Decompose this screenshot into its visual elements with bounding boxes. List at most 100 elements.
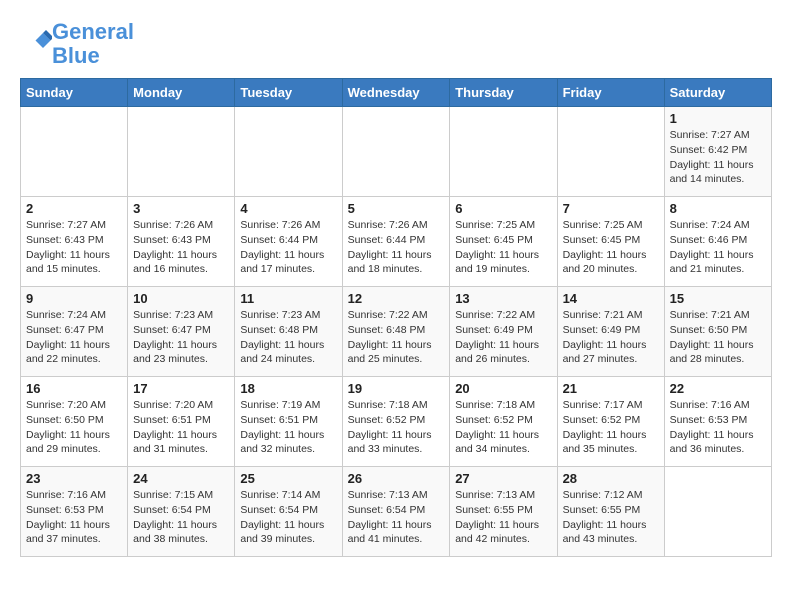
day-info: Sunrise: 7:21 AM Sunset: 6:50 PM Dayligh… [670, 308, 766, 367]
day-info: Sunrise: 7:26 AM Sunset: 6:44 PM Dayligh… [240, 218, 336, 277]
calendar-table: SundayMondayTuesdayWednesdayThursdayFrid… [20, 78, 772, 557]
day-info: Sunrise: 7:20 AM Sunset: 6:51 PM Dayligh… [133, 398, 229, 457]
calendar-cell: 26Sunrise: 7:13 AM Sunset: 6:54 PM Dayli… [342, 467, 450, 557]
weekday-header-saturday: Saturday [664, 79, 771, 107]
day-number: 20 [455, 381, 551, 396]
calendar-cell [450, 107, 557, 197]
day-info: Sunrise: 7:18 AM Sunset: 6:52 PM Dayligh… [455, 398, 551, 457]
day-info: Sunrise: 7:12 AM Sunset: 6:55 PM Dayligh… [563, 488, 659, 547]
day-info: Sunrise: 7:26 AM Sunset: 6:44 PM Dayligh… [348, 218, 445, 277]
day-info: Sunrise: 7:26 AM Sunset: 6:43 PM Dayligh… [133, 218, 229, 277]
day-number: 9 [26, 291, 122, 306]
calendar-cell: 13 Sunrise: 7:22 AM Sunset: 6:49 PM Dayli… [450, 287, 557, 377]
weekday-header-row: SundayMondayTuesdayWednesdayThursdayFrid… [21, 79, 772, 107]
calendar-cell: 19 Sunrise: 7:18 AM Sunset: 6:52 PM Dayli… [342, 377, 450, 467]
calendar-week-row: 23 Sunrise: 7:16 AM Sunset: 6:53 PM Dayli… [21, 467, 772, 557]
calendar-week-row: 1 Sunrise: 7:27 AM Sunset: 6:42 PM Daylig… [21, 107, 772, 197]
day-number: 25 [240, 471, 336, 486]
calendar-cell: 6 Sunrise: 7:25 AM Sunset: 6:45 PM Daylig… [450, 197, 557, 287]
day-number: 4 [240, 201, 336, 216]
calendar-cell [21, 107, 128, 197]
calendar-cell: 25 Sunrise: 7:14 AM Sunset: 6:54 PM Dayli… [235, 467, 342, 557]
calendar-cell: 4 Sunrise: 7:26 AM Sunset: 6:44 PM Daylig… [235, 197, 342, 287]
calendar-cell: 24 Sunrise: 7:15 AM Sunset: 6:54 PM Dayli… [128, 467, 235, 557]
day-number: 2 [26, 201, 122, 216]
day-info: Sunrise: 7:15 AM Sunset: 6:54 PM Dayligh… [133, 488, 229, 547]
weekday-header-friday: Friday [557, 79, 664, 107]
day-info: Sunrise: 7:27 AM Sunset: 6:42 PM Dayligh… [670, 128, 766, 187]
day-number: 11 [240, 291, 336, 306]
day-number: 10 [133, 291, 229, 306]
day-info: Sunrise: 7:17 AM Sunset: 6:52 PM Dayligh… [563, 398, 659, 457]
calendar-cell: 28 Sunrise: 7:12 AM Sunset: 6:55 PM Dayli… [557, 467, 664, 557]
calendar-cell: 15 Sunrise: 7:21 AM Sunset: 6:50 PM Dayli… [664, 287, 771, 377]
day-number: 28 [563, 471, 659, 486]
calendar-cell: 18Sunrise: 7:19 AM Sunset: 6:51 PM Dayli… [235, 377, 342, 467]
day-number: 19 [348, 381, 445, 396]
day-info: Sunrise: 7:21 AM Sunset: 6:49 PM Dayligh… [563, 308, 659, 367]
day-number: 26 [348, 471, 445, 486]
calendar-cell: 16 Sunrise: 7:20 AM Sunset: 6:50 PM Dayli… [21, 377, 128, 467]
calendar-cell: 22 Sunrise: 7:16 AM Sunset: 6:53 PM Dayli… [664, 377, 771, 467]
day-number: 21 [563, 381, 659, 396]
calendar-cell [128, 107, 235, 197]
calendar-cell [664, 467, 771, 557]
calendar-cell: 9 Sunrise: 7:24 AM Sunset: 6:47 PM Daylig… [21, 287, 128, 377]
day-number: 22 [670, 381, 766, 396]
day-number: 17 [133, 381, 229, 396]
calendar-cell: 11 Sunrise: 7:23 AM Sunset: 6:48 PM Dayli… [235, 287, 342, 377]
calendar-cell [342, 107, 450, 197]
day-info: Sunrise: 7:24 AM Sunset: 6:47 PM Dayligh… [26, 308, 122, 367]
calendar-cell: 23 Sunrise: 7:16 AM Sunset: 6:53 PM Dayli… [21, 467, 128, 557]
weekday-header-wednesday: Wednesday [342, 79, 450, 107]
day-info: Sunrise: 7:20 AM Sunset: 6:50 PM Dayligh… [26, 398, 122, 457]
calendar-cell: 12 Sunrise: 7:22 AM Sunset: 6:48 PM Dayli… [342, 287, 450, 377]
day-info: Sunrise: 7:23 AM Sunset: 6:47 PM Dayligh… [133, 308, 229, 367]
day-number: 7 [563, 201, 659, 216]
calendar-cell: 27 Sunrise: 7:13 AM Sunset: 6:55 PM Dayli… [450, 467, 557, 557]
weekday-header-sunday: Sunday [21, 79, 128, 107]
day-info: Sunrise: 7:16 AM Sunset: 6:53 PM Dayligh… [26, 488, 122, 547]
calendar-cell: 14 Sunrise: 7:21 AM Sunset: 6:49 PM Dayli… [557, 287, 664, 377]
day-number: 14 [563, 291, 659, 306]
day-number: 23 [26, 471, 122, 486]
day-number: 24 [133, 471, 229, 486]
day-info: Sunrise: 7:14 AM Sunset: 6:54 PM Dayligh… [240, 488, 336, 547]
day-info: Sunrise: 7:18 AM Sunset: 6:52 PM Dayligh… [348, 398, 445, 457]
day-info: Sunrise: 7:24 AM Sunset: 6:46 PM Dayligh… [670, 218, 766, 277]
day-number: 13 [455, 291, 551, 306]
day-number: 16 [26, 381, 122, 396]
calendar-cell: 10 Sunrise: 7:23 AM Sunset: 6:47 PM Dayli… [128, 287, 235, 377]
day-number: 27 [455, 471, 551, 486]
logo-icon [22, 27, 52, 57]
calendar-cell: 21 Sunrise: 7:17 AM Sunset: 6:52 PM Dayli… [557, 377, 664, 467]
day-number: 3 [133, 201, 229, 216]
calendar-cell: 7 Sunrise: 7:25 AM Sunset: 6:45 PM Daylig… [557, 197, 664, 287]
day-info: Sunrise: 7:25 AM Sunset: 6:45 PM Dayligh… [455, 218, 551, 277]
weekday-header-thursday: Thursday [450, 79, 557, 107]
day-number: 12 [348, 291, 445, 306]
calendar-cell: 5Sunrise: 7:26 AM Sunset: 6:44 PM Daylig… [342, 197, 450, 287]
day-number: 6 [455, 201, 551, 216]
page-header: General Blue [20, 20, 772, 68]
calendar-cell: 20 Sunrise: 7:18 AM Sunset: 6:52 PM Dayli… [450, 377, 557, 467]
day-info: Sunrise: 7:27 AM Sunset: 6:43 PM Dayligh… [26, 218, 122, 277]
calendar-cell [557, 107, 664, 197]
day-number: 15 [670, 291, 766, 306]
calendar-cell: 8 Sunrise: 7:24 AM Sunset: 6:46 PM Daylig… [664, 197, 771, 287]
logo-text: General Blue [52, 20, 134, 68]
calendar-week-row: 2 Sunrise: 7:27 AM Sunset: 6:43 PM Daylig… [21, 197, 772, 287]
day-info: Sunrise: 7:23 AM Sunset: 6:48 PM Dayligh… [240, 308, 336, 367]
day-info: Sunrise: 7:25 AM Sunset: 6:45 PM Dayligh… [563, 218, 659, 277]
day-number: 18 [240, 381, 336, 396]
calendar-cell: 17 Sunrise: 7:20 AM Sunset: 6:51 PM Dayli… [128, 377, 235, 467]
day-number: 8 [670, 201, 766, 216]
day-info: Sunrise: 7:13 AM Sunset: 6:55 PM Dayligh… [455, 488, 551, 547]
calendar-cell: 3 Sunrise: 7:26 AM Sunset: 6:43 PM Daylig… [128, 197, 235, 287]
day-info: Sunrise: 7:16 AM Sunset: 6:53 PM Dayligh… [670, 398, 766, 457]
day-number: 1 [670, 111, 766, 126]
day-info: Sunrise: 7:22 AM Sunset: 6:49 PM Dayligh… [455, 308, 551, 367]
day-info: Sunrise: 7:22 AM Sunset: 6:48 PM Dayligh… [348, 308, 445, 367]
calendar-week-row: 16 Sunrise: 7:20 AM Sunset: 6:50 PM Dayli… [21, 377, 772, 467]
calendar-cell: 1 Sunrise: 7:27 AM Sunset: 6:42 PM Daylig… [664, 107, 771, 197]
